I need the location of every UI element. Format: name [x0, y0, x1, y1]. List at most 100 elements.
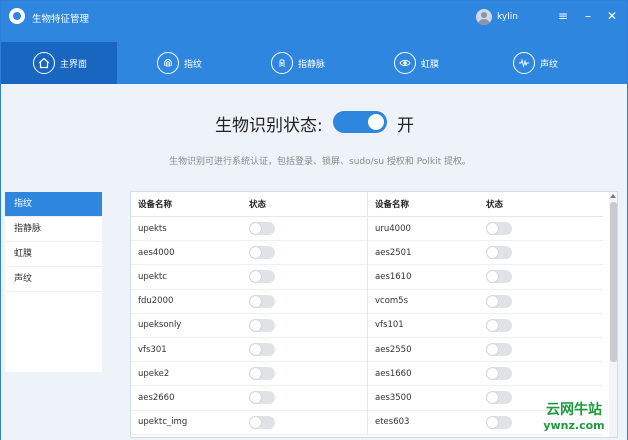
- device-state-cell: [478, 270, 598, 284]
- main-content: 生物识别状态: 开 生物识别可进行系统认证，包括登录、锁屏、sudo/su 授权…: [1, 84, 627, 440]
- table-row: aes1660: [368, 362, 603, 387]
- column-header-device-name: 设备名称: [138, 200, 173, 210]
- biometric-status-toggle[interactable]: [333, 111, 387, 133]
- sidebar-item-fingerprint[interactable]: 指纹: [5, 192, 102, 217]
- sidebar-item-iris[interactable]: 虹膜: [5, 242, 102, 267]
- watermark-url: ywnz.com: [543, 419, 605, 432]
- device-state-cell: [241, 222, 361, 236]
- tab-voiceprint[interactable]: 声纹: [513, 42, 593, 84]
- device-state-cell: [241, 270, 361, 284]
- title-bar: 生物特征管理 kylin ≡ – ✕: [1, 1, 627, 35]
- tab-fingerprint-label: 指纹: [184, 59, 203, 70]
- home-icon: [33, 52, 55, 74]
- device-state-toggle[interactable]: [486, 343, 512, 357]
- device-state-toggle[interactable]: [486, 270, 512, 284]
- device-state-toggle[interactable]: [249, 222, 275, 236]
- device-name: vcom5s: [375, 296, 409, 307]
- tab-iris[interactable]: 虹膜: [394, 42, 474, 84]
- table-row: upeksonly: [131, 314, 367, 338]
- device-state-toggle[interactable]: [486, 294, 512, 308]
- device-name: aes1660: [375, 368, 412, 379]
- tab-home-label: 主界面: [60, 59, 88, 70]
- device-name: aes2501: [375, 247, 412, 258]
- table-row: upektc: [131, 265, 367, 290]
- device-state-cell: [478, 318, 598, 332]
- device-name: upekts: [138, 223, 167, 234]
- table-row: aes2550: [368, 338, 603, 363]
- iris-icon: [394, 52, 416, 74]
- scrollbar-thumb[interactable]: [610, 202, 617, 362]
- device-table-left: 设备名称 状态 upekts aes4000 upektc fdu2000 upekso…: [131, 192, 367, 435]
- app-window: 生物特征管理 kylin ≡ – ✕ 主界面 指纹 指静脉 虹膜 声纹 生物识别…: [0, 0, 628, 440]
- device-state-toggle[interactable]: [249, 391, 275, 405]
- top-nav: 主界面 指纹 指静脉 虹膜 声纹: [1, 42, 627, 84]
- close-icon[interactable]: ✕: [604, 8, 620, 24]
- device-state-cell: [478, 343, 598, 357]
- device-state-toggle[interactable]: [486, 318, 512, 332]
- fingerprint-icon: [157, 52, 179, 74]
- device-state-toggle[interactable]: [249, 318, 275, 332]
- device-state-cell: [478, 294, 598, 308]
- column-header-state: 状态: [486, 200, 504, 210]
- biometric-status-label: 生物识别状态:: [215, 116, 323, 136]
- device-state-cell: [478, 246, 598, 260]
- device-name: aes4000: [138, 247, 175, 258]
- device-state-cell: [241, 391, 361, 405]
- device-state-toggle[interactable]: [249, 270, 275, 284]
- column-header-device-name: 设备名称: [375, 200, 410, 210]
- app-title: 生物特征管理: [32, 14, 90, 25]
- table-row: aes2501: [368, 241, 603, 266]
- sidebar-item-voiceprint[interactable]: 声纹: [5, 267, 102, 292]
- device-state-toggle[interactable]: [486, 246, 512, 260]
- tab-fingerprint[interactable]: 指纹: [157, 42, 237, 84]
- device-state-toggle[interactable]: [249, 294, 275, 308]
- device-state-cell: [478, 222, 598, 236]
- device-state-toggle[interactable]: [249, 246, 275, 260]
- menu-icon[interactable]: ≡: [555, 8, 571, 24]
- device-state-toggle[interactable]: [486, 391, 512, 405]
- device-state-toggle[interactable]: [249, 343, 275, 357]
- tab-home[interactable]: 主界面: [1, 42, 117, 84]
- device-state-cell: [241, 367, 361, 381]
- device-name: vfs101: [375, 320, 404, 331]
- device-state-cell: [478, 367, 598, 381]
- user-avatar-icon[interactable]: [476, 9, 492, 25]
- table-row: upekts: [131, 217, 367, 242]
- device-state-toggle[interactable]: [249, 367, 275, 381]
- watermark: 云网牛站 ywnz.com: [527, 399, 621, 432]
- table-row: aes2660: [131, 386, 367, 411]
- scroll-up-icon[interactable]: [610, 194, 616, 198]
- device-name: uru4000: [375, 223, 411, 234]
- device-state-toggle[interactable]: [486, 415, 512, 429]
- finger-vein-icon: [271, 52, 293, 74]
- table-row: vcom5s: [368, 290, 603, 314]
- tab-iris-label: 虹膜: [421, 59, 440, 70]
- device-type-sidebar: 指纹 指静脉 虹膜 声纹: [5, 192, 102, 372]
- watermark-title: 云网牛站: [546, 402, 602, 418]
- device-name: etes603: [375, 417, 410, 428]
- device-state-toggle[interactable]: [249, 415, 275, 429]
- table-row: uru4000: [368, 217, 603, 242]
- app-logo-icon: [9, 8, 25, 24]
- tab-finger-vein-label: 指静脉: [298, 59, 326, 70]
- device-state-toggle[interactable]: [486, 367, 512, 381]
- device-name: upektc_img: [138, 417, 188, 428]
- device-state-cell: [241, 343, 361, 357]
- device-name: aes2550: [375, 344, 412, 355]
- device-name: vfs301: [138, 344, 167, 355]
- device-state-cell: [241, 246, 361, 260]
- table-row: vfs301: [131, 338, 367, 363]
- device-state-cell: [241, 294, 361, 308]
- device-name: upektc: [138, 271, 167, 282]
- sidebar-item-finger-vein[interactable]: 指静脉: [5, 217, 102, 242]
- tab-finger-vein[interactable]: 指静脉: [271, 42, 361, 84]
- biometric-status-value: 开: [397, 116, 414, 136]
- table-row: aes4000: [131, 241, 367, 266]
- device-name: fdu2000: [138, 296, 174, 307]
- device-name: aes3500: [375, 392, 412, 403]
- table-header: 设备名称 状态: [131, 192, 367, 217]
- biometric-description: 生物识别可进行系统认证，包括登录、锁屏、sudo/su 授权和 Polkit 提…: [169, 157, 471, 167]
- minimize-icon[interactable]: –: [580, 8, 596, 24]
- device-state-toggle[interactable]: [486, 222, 512, 236]
- username[interactable]: kylin: [497, 12, 518, 22]
